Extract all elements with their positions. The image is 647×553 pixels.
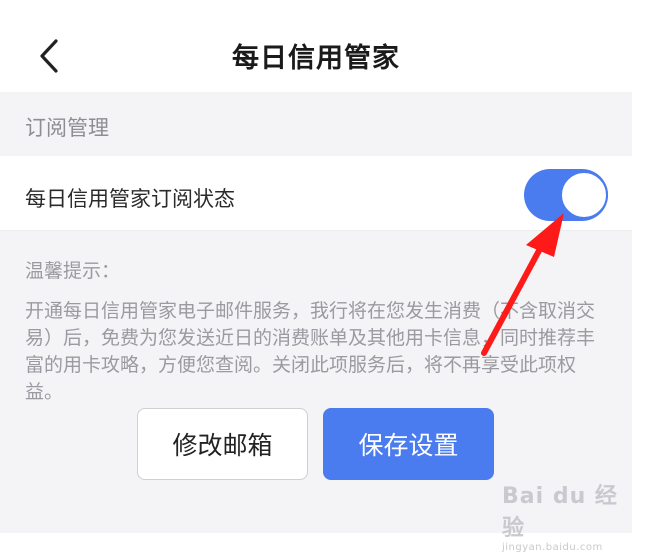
annotation-arrow-icon	[481, 213, 564, 356]
subscription-status-label: 每日信用管家订阅状态	[25, 187, 235, 211]
tips-title: 温馨提示：	[25, 260, 121, 282]
side-strip	[632, 0, 647, 533]
save-settings-button[interactable]: 保存设置	[323, 408, 494, 480]
watermark-sub: jingyan.baidu.com	[502, 542, 603, 553]
watermark-main: Bai du 经验	[502, 484, 618, 541]
section-label: 订阅管理	[25, 116, 109, 140]
edit-email-button[interactable]: 修改邮箱	[137, 408, 308, 480]
page-title: 每日信用管家	[232, 43, 400, 74]
baidu-watermark: Bai du 经验 jingyan.baidu.com	[502, 478, 632, 553]
